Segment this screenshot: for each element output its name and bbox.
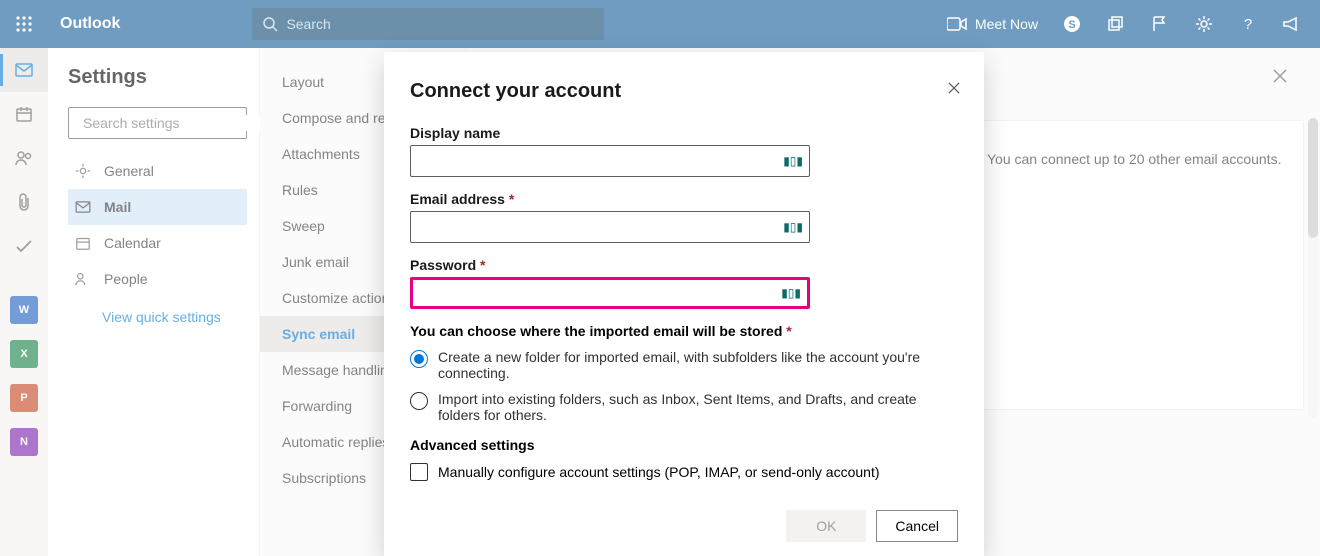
dialog-close-button[interactable]: [942, 76, 966, 100]
connect-account-dialog: Connect your account Display name ▮▯▮ Em…: [384, 52, 984, 556]
advanced-settings-header: Advanced settings: [410, 437, 958, 453]
radio-label: Import into existing folders, such as In…: [438, 391, 955, 423]
radio-input[interactable]: [410, 392, 428, 410]
email-input[interactable]: [419, 219, 801, 235]
manual-config-label: Manually configure account settings (POP…: [438, 464, 880, 480]
store-location-label: You can choose where the imported email …: [410, 323, 958, 339]
radio-label: Create a new folder for imported email, …: [438, 349, 955, 381]
display-name-field[interactable]: ▮▯▮: [410, 145, 810, 177]
manual-config-checkbox[interactable]: [410, 463, 428, 481]
lastpass-icon: ▮▯▮: [783, 154, 803, 168]
password-field[interactable]: ▮▯▮: [410, 277, 810, 309]
email-field[interactable]: ▮▯▮: [410, 211, 810, 243]
dialog-title: Connect your account: [410, 80, 958, 103]
manual-config-row[interactable]: Manually configure account settings (POP…: [410, 463, 958, 481]
close-icon: [948, 82, 960, 94]
display-name-input[interactable]: [419, 153, 801, 169]
dialog-footer: OK Cancel: [786, 510, 958, 542]
lastpass-icon: ▮▯▮: [781, 286, 801, 300]
radio-create-folder[interactable]: Create a new folder for imported email, …: [410, 349, 955, 381]
display-name-label: Display name: [410, 125, 958, 141]
password-label: Password *: [410, 257, 958, 273]
password-input[interactable]: [421, 285, 799, 301]
email-label: Email address *: [410, 191, 958, 207]
radio-existing-folders[interactable]: Import into existing folders, such as In…: [410, 391, 955, 423]
cancel-button[interactable]: Cancel: [876, 510, 958, 542]
ok-button[interactable]: OK: [786, 510, 866, 542]
radio-input[interactable]: [410, 350, 428, 368]
lastpass-icon: ▮▯▮: [783, 220, 803, 234]
